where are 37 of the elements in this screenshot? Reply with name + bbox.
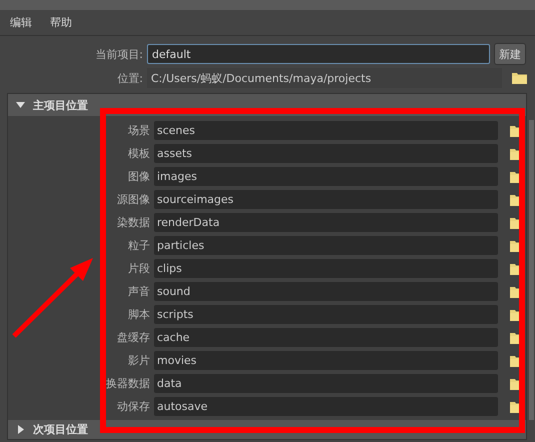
path-field[interactable]: scripts	[154, 305, 498, 324]
path-field[interactable]: cache	[154, 328, 498, 347]
path-field[interactable]: images	[154, 167, 498, 186]
folder-icon[interactable]	[512, 72, 527, 84]
scrollbar[interactable]	[529, 120, 534, 420]
field-label: 当前项目:	[94, 46, 143, 62]
field-label: 影片	[127, 353, 150, 368]
section-title: 主项目位置	[33, 98, 88, 112]
path-field[interactable]: renderData	[154, 213, 498, 232]
field-label: 图像	[127, 169, 150, 184]
field-label: 场景	[127, 123, 150, 138]
field-label: 脚本	[127, 307, 150, 322]
new-button[interactable]: 新建	[494, 43, 526, 65]
menu-item[interactable]: 编辑	[10, 15, 32, 30]
menu-item[interactable]: 帮助	[50, 15, 72, 30]
path-field[interactable]: movies	[154, 351, 498, 370]
path-field[interactable]: scenes	[154, 121, 498, 140]
field-label: 位置:	[116, 70, 143, 86]
field-label: 换器数据	[105, 376, 150, 391]
field-label: 声音	[127, 284, 150, 299]
path-field[interactable]: assets	[154, 144, 498, 163]
section-title: 次项目位置	[33, 422, 88, 437]
path-field[interactable]: sourceimages	[154, 190, 498, 209]
field-label: 片段	[127, 261, 150, 276]
path-field[interactable]: data	[154, 374, 498, 393]
location-field[interactable]: C:/Users/蚂蚁/Documents/maya/projects	[147, 68, 502, 88]
path-field[interactable]: particles	[154, 236, 498, 255]
path-field[interactable]: sound	[154, 282, 498, 301]
field-label: 盘缓存	[116, 330, 150, 345]
field-label: 源图像	[116, 192, 150, 207]
project-name-field[interactable]: default	[147, 44, 490, 64]
path-field[interactable]: autosave	[154, 397, 498, 416]
field-label: 染数据	[116, 215, 150, 230]
field-label: 动保存	[116, 399, 150, 414]
field-label: 粒子	[127, 238, 150, 253]
path-field[interactable]: clips	[154, 259, 498, 278]
field-label: 模板	[127, 146, 150, 161]
